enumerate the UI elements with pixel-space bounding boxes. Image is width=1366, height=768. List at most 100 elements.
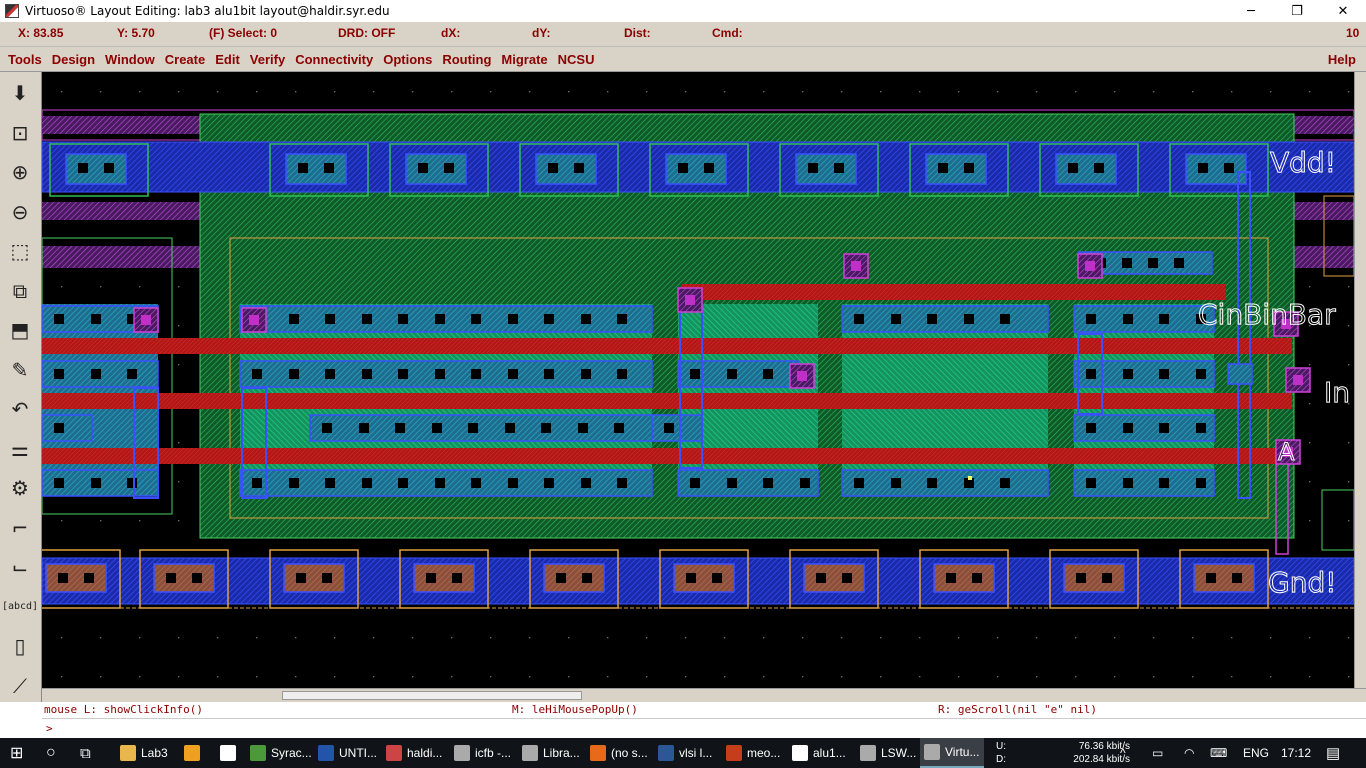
copy-tool-icon[interactable]: ⧉	[4, 274, 36, 308]
polygon-tool-icon[interactable]: ⌙	[4, 550, 36, 584]
contact	[435, 369, 445, 379]
taskbar-app-3[interactable]: Syrac...	[246, 738, 312, 768]
mouse-right-action: R: geScroll(nil "e" nil)	[938, 703, 1097, 716]
contact	[505, 423, 515, 433]
vertical-scrollbar[interactable]	[1354, 72, 1366, 688]
menu-options[interactable]: Options	[383, 52, 432, 67]
battery-icon[interactable]: ▭	[1152, 738, 1163, 768]
windows-start-icon[interactable]: ⊞	[10, 738, 23, 768]
taskbar-app-11[interactable]: alu1...	[788, 738, 854, 768]
taskbar-app-0[interactable]: Lab3	[116, 738, 180, 768]
clock[interactable]: 17:12	[1281, 738, 1311, 768]
contact	[325, 314, 335, 324]
taskbar-app-label: icfb -...	[475, 746, 512, 760]
contact	[1086, 423, 1096, 433]
contact	[763, 478, 773, 488]
contact	[298, 163, 308, 173]
taskbar-app-2[interactable]	[216, 738, 244, 768]
taskbar-app-9[interactable]: vlsi l...	[654, 738, 720, 768]
horizontal-scroll-thumb[interactable]	[282, 691, 582, 700]
virtuoso-window: Virtuoso® Layout Editing: lab3 alu1bit l…	[0, 0, 1366, 768]
contact	[690, 478, 700, 488]
menu-create[interactable]: Create	[165, 52, 205, 67]
command-line[interactable]: >	[42, 718, 1366, 738]
wifi-icon[interactable]: ◠	[1184, 738, 1194, 768]
contact	[541, 423, 551, 433]
show-hidden-icons-icon[interactable]: ^	[1120, 738, 1126, 768]
contact	[362, 314, 372, 324]
menu-help[interactable]: Help	[1328, 52, 1356, 67]
contact	[1148, 258, 1158, 268]
contact	[548, 163, 558, 173]
contact	[1102, 573, 1112, 583]
path-tool-icon[interactable]: ⌐	[4, 511, 36, 545]
ruler-tool-icon[interactable]: ⟋	[4, 669, 36, 703]
move-tool-icon[interactable]: ⬒	[4, 313, 36, 347]
maximize-button[interactable]: ❐	[1274, 0, 1320, 22]
taskbar-app-12[interactable]: LSW...	[856, 738, 920, 768]
contact	[690, 369, 700, 379]
taskbar-app-6[interactable]: icfb -...	[450, 738, 516, 768]
taskbar-app-4[interactable]: UNTI...	[314, 738, 380, 768]
menu-migrate[interactable]: Migrate	[501, 52, 547, 67]
contact	[1086, 478, 1096, 488]
minimize-button[interactable]: ─	[1228, 0, 1274, 22]
label-tool-icon[interactable]: [abcd]	[2, 590, 38, 624]
contact	[58, 573, 68, 583]
menu-edit[interactable]: Edit	[215, 52, 240, 67]
contact	[1174, 258, 1184, 268]
task-view-icon[interactable]: ⧉	[80, 738, 91, 768]
search-icon[interactable]: ○	[46, 738, 56, 768]
virtuoso-app-icon	[5, 4, 19, 18]
taskbar-app-10[interactable]: meo...	[722, 738, 786, 768]
undo-tool-icon[interactable]: ↶	[4, 392, 36, 426]
close-button[interactable]: ✕	[1320, 0, 1366, 22]
contact	[84, 573, 94, 583]
via-cut	[685, 295, 695, 305]
menu-tools[interactable]: Tools	[8, 52, 42, 67]
property-tool-icon[interactable]: ⚌	[4, 432, 36, 466]
zoom-out-tool-icon[interactable]: ⊖	[4, 195, 36, 229]
zoom-fit-tool-icon[interactable]: ⊡	[4, 116, 36, 150]
notifications-icon[interactable]: ▤	[1326, 738, 1340, 768]
taskbar-app-8[interactable]: (no s...	[586, 738, 652, 768]
delete-tool-icon[interactable]: ✎	[4, 353, 36, 387]
taskbar-app-7[interactable]: Libra...	[518, 738, 584, 768]
language-indicator[interactable]: ENG	[1243, 738, 1269, 768]
contact	[1224, 163, 1234, 173]
stretch-tool-icon[interactable]: ⬚	[4, 234, 36, 268]
menu-connectivity[interactable]: Connectivity	[295, 52, 373, 67]
drd-status: DRD: OFF	[338, 26, 396, 40]
menu-routing[interactable]: Routing	[442, 52, 491, 67]
layout-drawing[interactable]: Vdd! Gnd! CinBinBar In A	[42, 72, 1354, 688]
app-icon	[184, 745, 200, 761]
label-vdd: Vdd!	[1270, 146, 1336, 179]
menu-verify[interactable]: Verify	[250, 52, 285, 67]
taskbar-app-5[interactable]: haldi...	[382, 738, 448, 768]
taskbar-app-1[interactable]	[180, 738, 212, 768]
menu-ncsu[interactable]: NCSU	[558, 52, 595, 67]
app-icon	[220, 745, 236, 761]
contact	[581, 369, 591, 379]
contact	[1196, 478, 1206, 488]
instance-tool-icon[interactable]: ⚙	[4, 471, 36, 505]
save-tool-icon[interactable]: ⬇	[4, 76, 36, 110]
contact	[1000, 314, 1010, 324]
label-cinbinbar: CinBinBar	[1198, 298, 1336, 331]
zoom-in-tool-icon[interactable]: ⊕	[4, 155, 36, 189]
rectangle-tool-icon[interactable]: ▯	[4, 629, 36, 663]
menu-design[interactable]: Design	[52, 52, 95, 67]
contact	[617, 369, 627, 379]
horizontal-scrollbar[interactable]	[42, 688, 1366, 702]
keyboard-icon[interactable]: ⌨	[1210, 738, 1227, 768]
contact	[1123, 314, 1133, 324]
menu-window[interactable]: Window	[105, 52, 155, 67]
contact	[582, 573, 592, 583]
contact	[712, 573, 722, 583]
label-in: In	[1324, 376, 1350, 409]
layout-canvas[interactable]: Vdd! Gnd! CinBinBar In A	[42, 72, 1354, 688]
taskbar-app-label: Libra...	[543, 746, 580, 760]
contact	[964, 314, 974, 324]
via-cut	[1293, 375, 1303, 385]
taskbar-app-13[interactable]: Virtu...	[920, 738, 984, 768]
